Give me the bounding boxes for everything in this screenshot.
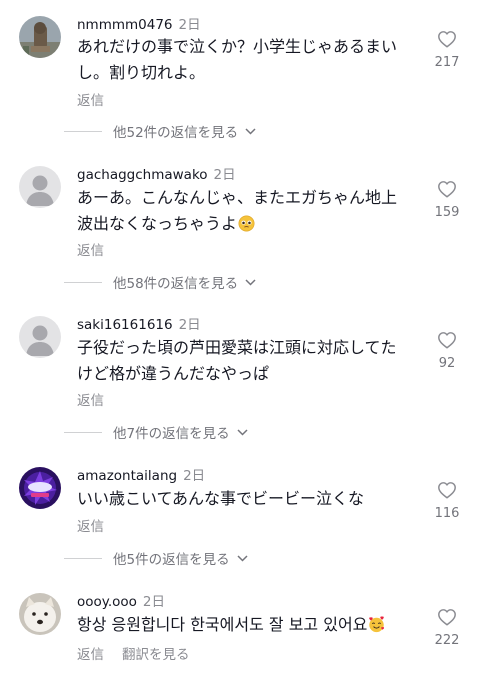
- comment-text: いい歳こいてあんな事でビービー泣くな: [77, 486, 412, 512]
- default-user-icon: [19, 166, 61, 208]
- like-button[interactable]: 159: [422, 180, 472, 220]
- comment-time: 2日: [183, 468, 206, 484]
- heart-icon: [438, 31, 456, 48]
- comment-text: あれだけの事で泣くか？小学生じゃあるまい し。割り切れよ。: [77, 34, 412, 86]
- dog-photo-icon: [19, 593, 61, 635]
- reply-button[interactable]: 返信: [77, 519, 104, 535]
- divider-line: [64, 557, 102, 559]
- heart-icon: [438, 332, 456, 349]
- username[interactable]: nmmmm0476: [77, 17, 173, 33]
- divider-line: [64, 281, 102, 283]
- comment-feed: nmmmm0476 2日 あれだけの事で泣くか？小学生じゃあるまい し。割り切れよ…: [0, 0, 480, 674]
- like-button[interactable]: 116: [422, 481, 472, 521]
- username[interactable]: saki16161616: [77, 317, 173, 333]
- comment-text: 子役だった頃の芦田愛菜は江頭に対応してた けど格が違うんだなやっぱ: [77, 335, 412, 387]
- comment-actions: 返信: [77, 89, 104, 109]
- heart-icon: [438, 181, 456, 198]
- avatar[interactable]: [19, 166, 61, 208]
- comment-actions: 返信: [77, 515, 104, 535]
- view-replies-button[interactable]: 他58件の返信を見る: [64, 272, 256, 292]
- avatar[interactable]: [19, 467, 61, 509]
- comment-text-line: いい歳こいてあんな事でビービー泣くな: [77, 489, 365, 508]
- heart-icon: [438, 609, 456, 626]
- divider-line: [64, 431, 102, 433]
- comment-time: 2日: [178, 17, 201, 33]
- like-count: 159: [434, 205, 460, 220]
- default-user-icon: [19, 316, 61, 358]
- username[interactable]: oooy.ooo: [77, 594, 137, 610]
- comment-text: あーあ。こんなんじゃ、またエガちゃん地上 波出なくなっちゃうよ: [77, 185, 412, 237]
- smiling-face-with-hearts-emoji-icon: [369, 616, 385, 633]
- avatar[interactable]: [19, 16, 61, 58]
- comment-text-line: 子役だった頃の芦田愛菜は江頭に対応してた: [77, 338, 397, 357]
- comment-text-line: 波出なくなっちゃうよ: [77, 214, 238, 233]
- purple-logo-icon: [19, 467, 61, 509]
- comment-text-line: けど格が違うんだなやっぱ: [77, 364, 270, 383]
- divider-line: [64, 130, 102, 132]
- comment-text-line: し。割り切れよ。: [77, 63, 206, 82]
- like-button[interactable]: 222: [422, 608, 472, 648]
- chevron-down-icon: [237, 554, 248, 562]
- reply-button[interactable]: 返信: [77, 93, 104, 109]
- heart-icon: [438, 482, 456, 499]
- view-replies-button[interactable]: 他52件の返信を見る: [64, 121, 256, 141]
- view-replies-button[interactable]: 他5件の返信を見る: [64, 548, 248, 568]
- like-button[interactable]: 92: [422, 331, 472, 371]
- avatar[interactable]: [19, 593, 61, 635]
- like-count: 217: [434, 55, 460, 70]
- reply-button[interactable]: 返信: [77, 243, 104, 259]
- avatar[interactable]: [19, 316, 61, 358]
- pleading-face-emoji-icon: [238, 215, 255, 232]
- view-replies-button[interactable]: 他7件の返信を見る: [64, 422, 248, 442]
- view-replies-label: 他58件の返信を見る: [113, 276, 239, 292]
- comment-text-line: あーあ。こんなんじゃ、またエガちゃん地上: [77, 188, 398, 207]
- comment-text-line: 항상 응원합니다 한국에서도 잘 보고 있어요: [77, 615, 368, 634]
- like-count: 116: [434, 506, 460, 521]
- comment-time: 2日: [213, 167, 236, 183]
- comment-text: 항상 응원합니다 한국에서도 잘 보고 있어요: [77, 612, 412, 638]
- chevron-down-icon: [245, 278, 256, 286]
- comment-time: 2日: [178, 317, 201, 333]
- reply-button[interactable]: 返信: [77, 647, 104, 663]
- like-button[interactable]: 217: [422, 30, 472, 70]
- comment-actions: 返信: [77, 389, 104, 409]
- comment-actions: 返信: [77, 239, 104, 259]
- statue-photo-icon: [19, 16, 61, 58]
- view-replies-label: 他52件の返信を見る: [113, 125, 239, 141]
- translate-button[interactable]: 翻訳を見る: [122, 647, 190, 663]
- username[interactable]: gachaggchmawako: [77, 167, 208, 183]
- chevron-down-icon: [245, 127, 256, 135]
- view-replies-label: 他5件の返信を見る: [113, 552, 230, 568]
- reply-button[interactable]: 返信: [77, 393, 104, 409]
- comment-text-line: あれだけの事で泣くか？小学生じゃあるまい: [77, 37, 398, 56]
- comment-time: 2日: [142, 594, 166, 610]
- comment-actions: 返信 翻訳を見る: [77, 643, 190, 663]
- username[interactable]: amazontailang: [77, 468, 177, 484]
- like-count: 92: [438, 356, 456, 371]
- view-replies-label: 他7件の返信を見る: [113, 426, 230, 442]
- like-count: 222: [434, 633, 460, 648]
- chevron-down-icon: [237, 428, 248, 436]
